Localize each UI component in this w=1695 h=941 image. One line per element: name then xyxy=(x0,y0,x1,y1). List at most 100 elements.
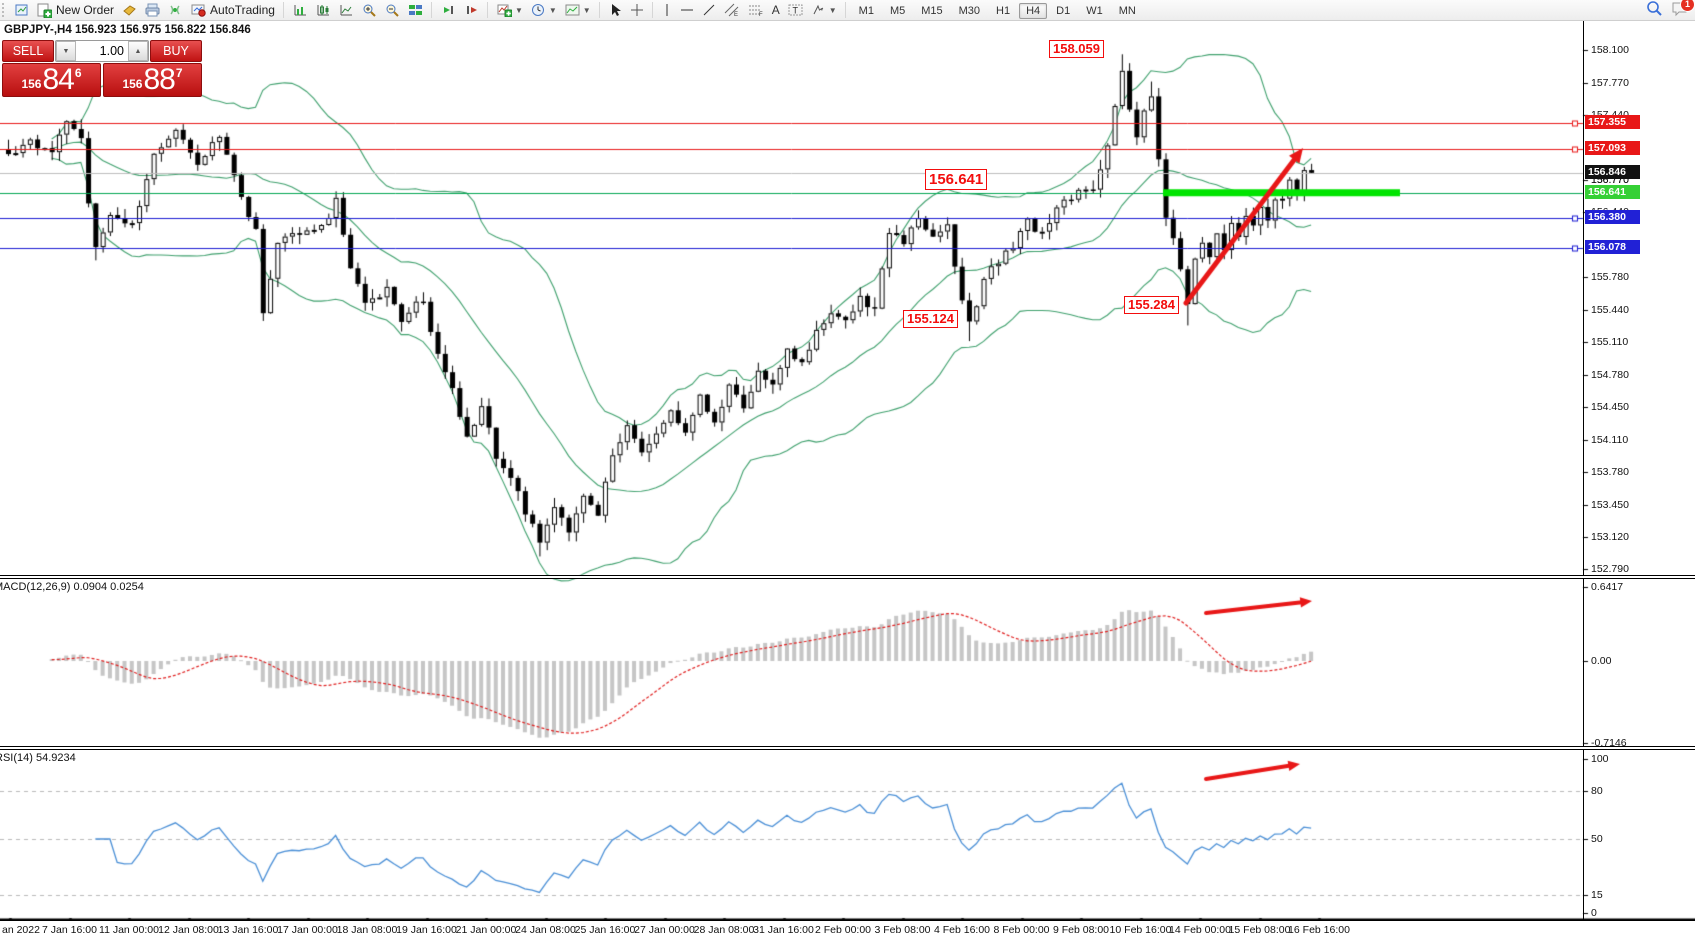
time-axis-label: 18 Jan 08:00 xyxy=(337,924,398,936)
timeframe-h4[interactable]: H4 xyxy=(1019,3,1047,19)
chat-icon[interactable]: 1 xyxy=(1671,1,1689,20)
time-axis-label: 21 Jan 00:00 xyxy=(456,924,517,936)
price-axis-tick: 153.450 xyxy=(1591,499,1629,511)
signal-icon[interactable] xyxy=(164,2,187,18)
trendline-tool-icon[interactable] xyxy=(698,2,720,18)
channel-tool-icon[interactable]: E xyxy=(720,2,744,18)
timeframe-m1[interactable]: M1 xyxy=(852,3,881,19)
timeframe-m15[interactable]: M15 xyxy=(914,3,949,19)
new-order-label: New Order xyxy=(56,3,114,17)
notification-badge[interactable]: 1 xyxy=(1680,0,1695,12)
macd-axis-tick: 0.6417 xyxy=(1591,581,1623,593)
rsi-panel-separator[interactable] xyxy=(0,746,1695,750)
sell-price-prefix: 156 xyxy=(21,77,41,91)
auto-scroll-icon[interactable] xyxy=(437,2,460,18)
price-annotation[interactable]: 155.124 xyxy=(903,310,958,328)
shapes-tool-icon[interactable]: ▼ xyxy=(807,2,841,18)
indicators-caret[interactable]: ▼ xyxy=(515,6,523,15)
mt4-window: { "toolbar": { "new_order_label": "New O… xyxy=(0,0,1695,941)
templates-caret[interactable]: ▼ xyxy=(583,6,591,15)
print-icon[interactable] xyxy=(141,2,164,18)
periods-icon[interactable]: ▼ xyxy=(527,2,561,19)
time-axis-label: 31 Jan 16:00 xyxy=(753,924,814,936)
rsi-axis-tick: 50 xyxy=(1591,833,1603,845)
timeframe-h1[interactable]: H1 xyxy=(989,3,1017,19)
fibonacci-tool-icon[interactable]: F xyxy=(744,2,768,18)
vertical-line-tool-icon[interactable] xyxy=(658,2,676,18)
time-axis-label: an 2022 xyxy=(2,924,40,936)
rsi-axis-tick: 0 xyxy=(1591,907,1597,919)
time-axis-label: 17 Jan 00:00 xyxy=(277,924,338,936)
price-level-badge[interactable]: 156.078 xyxy=(1585,240,1640,254)
time-axis-label: 3 Feb 08:00 xyxy=(874,924,930,936)
sell-price-big: 84 xyxy=(42,65,73,95)
sell-button[interactable]: SELL xyxy=(2,40,54,62)
macd-indicator-label: MACD(12,26,9) 0.0904 0.0254 xyxy=(0,581,144,593)
timeframe-w1[interactable]: W1 xyxy=(1079,3,1110,19)
buy-price-sup: 7 xyxy=(176,66,183,80)
timeframe-d1[interactable]: D1 xyxy=(1049,3,1077,19)
zoom-out-icon[interactable] xyxy=(381,2,404,19)
templates-icon[interactable]: ▼ xyxy=(561,2,595,18)
price-axis-line xyxy=(1583,20,1584,921)
timeframe-m5[interactable]: M5 xyxy=(883,3,912,19)
buy-price-tile[interactable]: 156 88 7 xyxy=(103,63,202,97)
time-axis-label: 8 Feb 00:00 xyxy=(993,924,1049,936)
indicators-icon[interactable]: ▼ xyxy=(493,2,527,18)
rsi-axis-tick: 100 xyxy=(1591,753,1609,765)
cursor-icon[interactable] xyxy=(605,2,626,18)
ticket-icon[interactable] xyxy=(118,3,141,18)
time-axis[interactable]: an 20227 Jan 16:0011 Jan 00:0012 Jan 08:… xyxy=(0,921,1695,941)
price-level-badge[interactable]: 157.355 xyxy=(1585,115,1640,129)
buy-price-big: 88 xyxy=(143,65,174,95)
price-axis-tick: 154.450 xyxy=(1591,401,1629,413)
shapes-caret[interactable]: ▼ xyxy=(829,6,837,15)
price-level-badge[interactable]: 156.380 xyxy=(1585,210,1640,224)
sell-price-tile[interactable]: 156 84 6 xyxy=(2,63,101,97)
time-axis-label: 11 Jan 00:00 xyxy=(99,924,159,936)
price-axis-tick: 157.770 xyxy=(1591,77,1629,89)
time-axis-label: 24 Jan 08:00 xyxy=(515,924,576,936)
tile-windows-icon[interactable] xyxy=(404,2,427,18)
price-annotation[interactable]: 155.284 xyxy=(1124,296,1179,314)
label-tool-icon[interactable]: T xyxy=(784,2,807,18)
timeframe-m30[interactable]: M30 xyxy=(952,3,987,19)
chart-window-icon[interactable] xyxy=(11,2,33,18)
line-chart-mode-icon[interactable] xyxy=(335,2,358,18)
volume-increase-button[interactable]: ▲ xyxy=(128,41,148,61)
volume-input[interactable] xyxy=(76,41,128,61)
buy-button[interactable]: BUY xyxy=(150,40,202,62)
time-axis-label: 27 Jan 00:00 xyxy=(634,924,695,936)
price-annotation[interactable]: 156.641 xyxy=(925,169,987,190)
buy-price-prefix: 156 xyxy=(122,77,142,91)
new-order-button[interactable]: New Order xyxy=(33,2,118,19)
price-level-badge[interactable]: 157.093 xyxy=(1585,141,1640,155)
time-axis-label: 2 Feb 00:00 xyxy=(815,924,871,936)
search-icon[interactable] xyxy=(1646,0,1663,20)
price-axis-tick: 154.780 xyxy=(1591,369,1629,381)
zoom-in-icon[interactable] xyxy=(358,2,381,19)
chart-shift-icon[interactable] xyxy=(460,2,483,18)
horizontal-line-tool-icon[interactable] xyxy=(676,4,698,16)
volume-decrease-button[interactable]: ▼ xyxy=(56,41,76,61)
time-axis-label: 7 Jan 16:00 xyxy=(42,924,97,936)
price-level-badge[interactable]: 156.641 xyxy=(1585,185,1640,199)
macd-axis-tick: 0.00 xyxy=(1591,655,1611,667)
price-annotation[interactable]: 158.059 xyxy=(1049,40,1104,58)
crosshair-icon[interactable] xyxy=(626,2,648,18)
time-axis-label: 16 Feb 16:00 xyxy=(1288,924,1350,936)
rsi-axis-tick: 80 xyxy=(1591,785,1603,797)
candlestick-mode-icon[interactable] xyxy=(312,2,335,18)
text-tool-icon[interactable]: A xyxy=(768,2,784,18)
bar-chart-mode-icon[interactable] xyxy=(289,2,312,18)
autotrading-button[interactable]: AutoTrading xyxy=(187,2,279,18)
volume-stepper: ▼ ▲ xyxy=(55,40,149,62)
price-axis-tick: 154.110 xyxy=(1591,434,1628,446)
chart-canvas[interactable] xyxy=(0,0,1695,941)
macd-panel-separator[interactable] xyxy=(0,575,1695,579)
price-axis-tick: 155.440 xyxy=(1591,304,1629,316)
price-level-badge[interactable]: 156.846 xyxy=(1585,165,1640,179)
time-axis-label: 10 Feb 16:00 xyxy=(1110,924,1172,936)
timeframe-mn[interactable]: MN xyxy=(1112,3,1143,19)
periods-caret[interactable]: ▼ xyxy=(549,6,557,15)
